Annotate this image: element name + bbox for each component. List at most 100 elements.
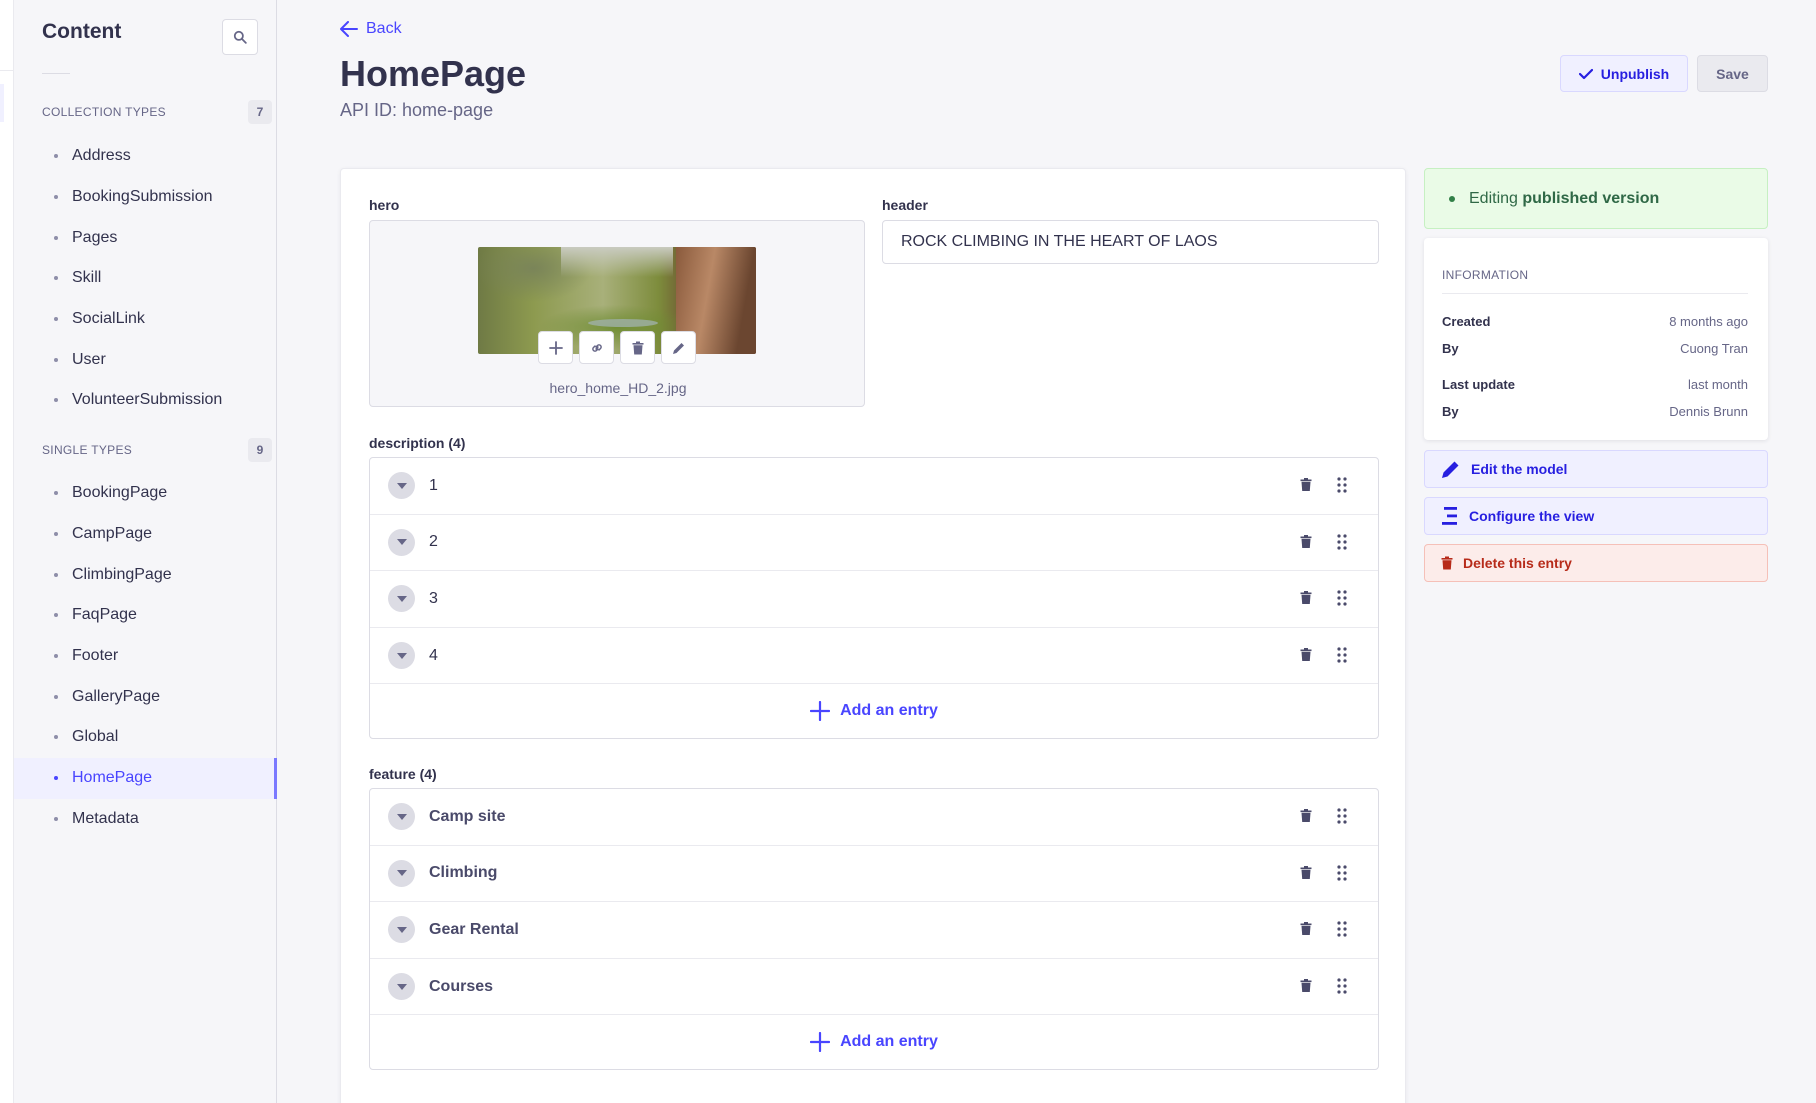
bullet-icon: [54, 317, 58, 322]
strip-active-indicator[interactable]: [0, 84, 4, 122]
delete-entry-icon-button[interactable]: [1300, 647, 1312, 667]
updated-row: Last update last month: [1442, 377, 1748, 392]
expand-toggle-button[interactable]: [388, 803, 415, 831]
drag-entry-handle[interactable]: [1337, 808, 1347, 829]
plus-icon: [548, 340, 563, 355]
edit-media-button[interactable]: [661, 331, 696, 364]
sidebar-item-volunteersubmission[interactable]: VolunteerSubmission: [14, 380, 277, 421]
entry-label: 1: [429, 476, 438, 494]
trash-icon: [1300, 591, 1312, 605]
sidebar-item-footer[interactable]: Footer: [14, 636, 277, 677]
unpublish-button[interactable]: Unpublish: [1560, 55, 1688, 92]
delete-entry-icon-button[interactable]: [1300, 534, 1312, 554]
drag-entry-handle[interactable]: [1337, 477, 1347, 498]
back-link[interactable]: Back: [340, 20, 402, 38]
sidebar-item-user[interactable]: User: [14, 339, 277, 380]
add-feature-entry-button[interactable]: Add an entry: [370, 1015, 1378, 1069]
chevron-down-icon: [396, 652, 407, 659]
sidebar-item-label: Address: [72, 147, 131, 165]
sidebar-item-global[interactable]: Global: [14, 717, 277, 758]
delete-entry-icon-button[interactable]: [1300, 865, 1312, 885]
bullet-icon: [54, 735, 58, 740]
feature-label: feature (4): [369, 766, 437, 782]
copy-link-button[interactable]: [579, 331, 614, 364]
sidebar-item-pages[interactable]: Pages: [14, 217, 277, 258]
configure-view-button[interactable]: Configure the view: [1424, 497, 1768, 535]
sidebar-item-camppage[interactable]: CampPage: [14, 514, 277, 555]
expand-toggle-button[interactable]: [388, 916, 415, 944]
description-entry-row[interactable]: 4: [370, 628, 1378, 685]
add-description-entry-button[interactable]: Add an entry: [370, 684, 1378, 738]
add-entry-label: Add an entry: [840, 702, 938, 720]
sidebar-item-label: VolunteerSubmission: [72, 391, 223, 409]
expand-toggle-button[interactable]: [388, 859, 415, 887]
updated-label: Last update: [1442, 377, 1515, 392]
sidebar-item-skill[interactable]: Skill: [14, 258, 277, 299]
sidebar-item-metadata[interactable]: Metadata: [14, 799, 277, 840]
sidebar-item-label: User: [72, 350, 106, 368]
expand-toggle-button[interactable]: [388, 528, 415, 556]
delete-media-button[interactable]: [620, 331, 655, 364]
feature-entry-row[interactable]: Camp site: [370, 789, 1378, 846]
delete-entry-icon-button[interactable]: [1300, 477, 1312, 497]
drag-entry-handle[interactable]: [1337, 590, 1347, 611]
drag-entry-handle[interactable]: [1337, 533, 1347, 555]
information-title: INFORMATION: [1442, 268, 1529, 282]
entry-label: Climbing: [429, 864, 498, 882]
drag-handle-icon: [1337, 477, 1347, 493]
entry-label: 4: [429, 646, 438, 664]
hero-media-field[interactable]: hero_home_HD_2.jpg: [369, 220, 865, 407]
description-entry-row[interactable]: 3: [370, 571, 1378, 628]
delete-entry-button[interactable]: Delete this entry: [1424, 544, 1768, 582]
sidebar-item-gallerypage[interactable]: GalleryPage: [14, 676, 277, 717]
drag-entry-handle[interactable]: [1337, 647, 1347, 668]
feature-entry-row[interactable]: Gear Rental: [370, 902, 1378, 959]
drag-entry-handle[interactable]: [1337, 978, 1347, 999]
expand-toggle-button[interactable]: [388, 642, 415, 670]
sidebar-search-button[interactable]: [222, 19, 258, 55]
sidebar-item-homepage[interactable]: HomePage: [14, 757, 277, 799]
sidebar-item-label: GalleryPage: [72, 687, 161, 705]
sidebar-item-bookingpage[interactable]: BookingPage: [14, 473, 277, 514]
trash-icon: [1300, 534, 1312, 548]
single-types-header[interactable]: SINGLE TYPES 9: [42, 438, 272, 462]
sidebar-item-address[interactable]: Address: [14, 136, 277, 177]
bullet-icon: [54, 276, 58, 281]
search-icon: [233, 30, 247, 44]
content-sidebar: Content COLLECTION TYPES 7 Address Bookin…: [14, 0, 277, 1103]
expand-toggle-button[interactable]: [388, 472, 415, 500]
header-input[interactable]: [882, 220, 1379, 264]
information-panel: INFORMATION Created 8 months ago By Cuon…: [1424, 238, 1768, 440]
drag-entry-handle[interactable]: [1337, 864, 1347, 886]
add-media-button[interactable]: [538, 331, 573, 364]
delete-entry-icon-button[interactable]: [1300, 978, 1312, 998]
description-entry-row[interactable]: 2: [370, 515, 1378, 572]
save-label: Save: [1716, 65, 1749, 82]
delete-entry-icon-button[interactable]: [1300, 921, 1312, 941]
updated-by-row: By Dennis Brunn: [1442, 404, 1748, 419]
chevron-down-icon: [396, 595, 407, 602]
drag-entry-handle[interactable]: [1337, 921, 1347, 942]
created-by-row: By Cuong Tran: [1442, 341, 1748, 356]
edit-model-button[interactable]: Edit the model: [1424, 450, 1768, 488]
feature-entry-row[interactable]: Climbing: [370, 846, 1378, 903]
collection-types-header[interactable]: COLLECTION TYPES 7: [42, 100, 272, 124]
feature-entry-row[interactable]: Courses: [370, 959, 1378, 1016]
expand-toggle-button[interactable]: [388, 973, 415, 1001]
save-button[interactable]: Save: [1697, 55, 1768, 92]
bullet-icon: [54, 816, 58, 821]
created-by-value: Cuong Tran: [1680, 341, 1748, 356]
description-entry-row[interactable]: 1: [370, 458, 1378, 515]
header-field-label: header: [882, 197, 928, 213]
sidebar-item-faqpage[interactable]: FaqPage: [14, 595, 277, 636]
expand-toggle-button[interactable]: [388, 585, 415, 613]
hero-label: hero: [369, 197, 400, 213]
sidebar-item-climbingpage[interactable]: ClimbingPage: [14, 554, 277, 595]
sidebar-item-sociallink[interactable]: SocialLink: [14, 299, 277, 340]
sidebar-item-label: Pages: [72, 228, 118, 246]
drag-handle-icon: [1337, 864, 1347, 881]
publish-status-banner: Editing published version: [1424, 168, 1768, 229]
delete-entry-icon-button[interactable]: [1300, 590, 1312, 610]
delete-entry-icon-button[interactable]: [1300, 808, 1312, 828]
sidebar-item-bookingsubmission[interactable]: BookingSubmission: [14, 177, 277, 218]
